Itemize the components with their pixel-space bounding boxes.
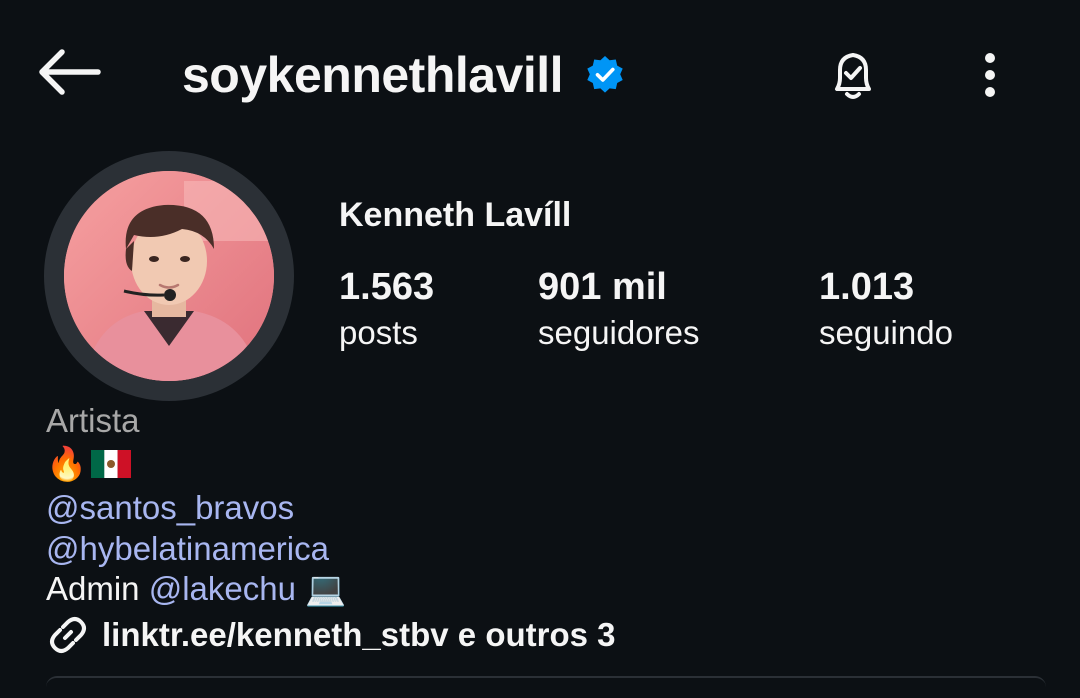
link-text: linktr.ee/kenneth_stbv e outros 3 <box>102 616 616 653</box>
following-stat[interactable]: 1.013 seguindo <box>819 264 953 356</box>
following-count: 1.013 <box>819 266 915 308</box>
admin-label: Admin <box>46 570 140 607</box>
more-vertical-icon <box>985 53 995 97</box>
threads-icon: @ <box>46 489 80 526</box>
link-icon <box>50 617 86 653</box>
more-options-button[interactable] <box>962 40 1018 110</box>
mexico-flag-icon <box>91 450 132 478</box>
threads-icon: @ <box>148 570 183 607</box>
display-name: Kenneth Lavíll <box>339 196 572 234</box>
username: soykenneth​lavill <box>182 47 564 103</box>
mention-link[interactable]: @hybelatinamerica <box>46 529 329 569</box>
back-arrow-icon <box>39 49 101 95</box>
action-buttons-edge <box>46 676 1046 698</box>
threads-icon: @ <box>46 530 80 567</box>
posts-stat[interactable]: 1.563 posts <box>339 264 434 356</box>
profile-category: Artista <box>46 402 140 439</box>
followers-stat[interactable]: 901 mil seguidores <box>538 264 699 356</box>
followers-label: seguidores <box>538 314 700 351</box>
bell-check-icon <box>835 53 871 99</box>
posts-count: 1.563 <box>339 266 435 308</box>
admin-mention-link[interactable]: @lakechu <box>149 570 296 607</box>
back-button[interactable] <box>30 42 108 102</box>
avatar[interactable] <box>64 171 274 381</box>
admin-line: Admin @lakechu 💻 <box>46 569 346 609</box>
bio-emoji-line: 🔥 <box>46 444 132 484</box>
notifications-button[interactable] <box>818 40 888 110</box>
laptop-emoji: 💻 <box>305 570 347 607</box>
profile-photo <box>64 171 274 381</box>
mention-link[interactable]: @santos_bravos <box>46 488 294 528</box>
followers-count: 901 mil <box>538 266 667 308</box>
fire-emoji: 🔥 <box>46 445 88 482</box>
verified-badge-icon <box>585 55 625 95</box>
username-row: soykenneth​lavill <box>182 40 625 110</box>
external-link[interactable]: linktr.ee/kenneth_stbv e outros 3 <box>46 613 616 657</box>
posts-label: posts <box>339 314 418 351</box>
following-label: seguindo <box>819 314 953 351</box>
